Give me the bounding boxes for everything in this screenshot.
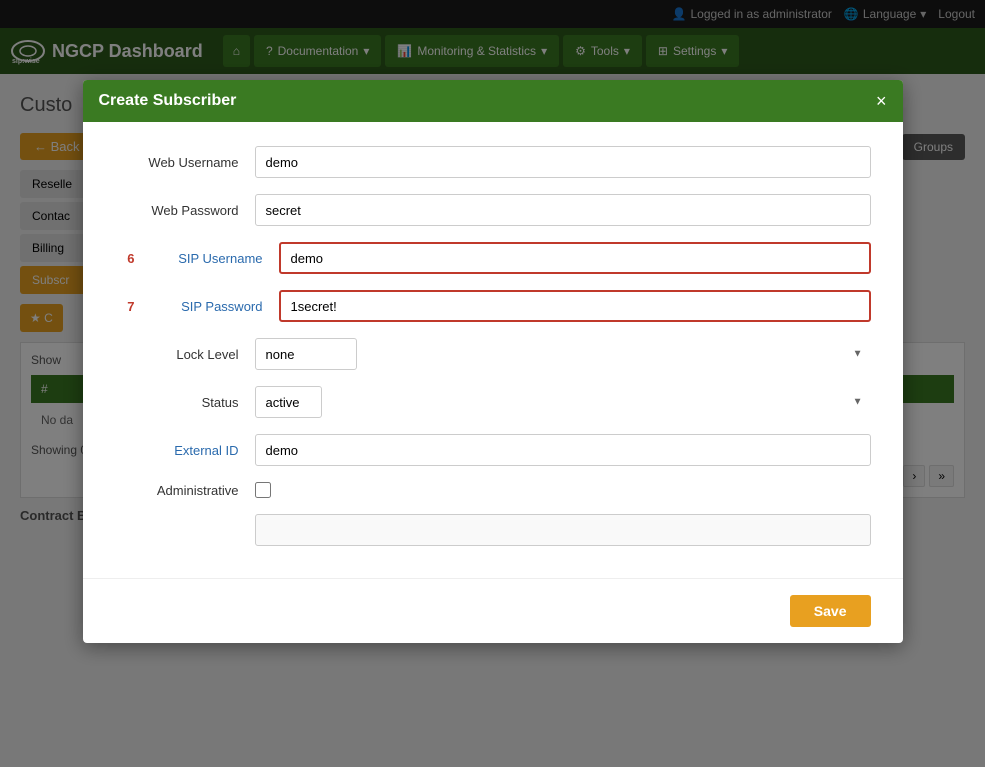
sip-password-label: SIP Password [139, 299, 279, 314]
web-password-row: Web Password [115, 194, 871, 226]
lock-level-select[interactable]: none read-only lockout global lockout [255, 338, 357, 370]
web-password-input[interactable] [255, 194, 871, 226]
row-number-6: 6 [115, 251, 135, 266]
modal-close-button[interactable]: × [876, 92, 887, 110]
status-label: Status [115, 395, 255, 410]
modal-title: Create Subscriber [99, 92, 237, 110]
sip-password-input[interactable] [279, 290, 871, 322]
sip-username-input[interactable] [279, 242, 871, 274]
modal-body: Web Username Web Password 6 SIP Username… [83, 122, 903, 578]
lock-level-row: Lock Level none read-only lockout global… [115, 338, 871, 370]
web-username-label: Web Username [115, 155, 255, 170]
external-id-input[interactable] [255, 434, 871, 466]
status-wrapper: active inactive locked [255, 386, 871, 418]
status-row: Status active inactive locked [115, 386, 871, 418]
external-id-label: External ID [115, 443, 255, 458]
modal-footer: Save [83, 578, 903, 643]
administrative-label: Administrative [115, 483, 255, 498]
row-number-7: 7 [115, 299, 135, 314]
modal-header: Create Subscriber × [83, 80, 903, 122]
web-username-row: Web Username [115, 146, 871, 178]
web-password-label: Web Password [115, 203, 255, 218]
lock-level-wrapper: none read-only lockout global lockout [255, 338, 871, 370]
administrative-row: Administrative [115, 482, 871, 498]
external-id-row: External ID [115, 434, 871, 466]
status-select[interactable]: active inactive locked [255, 386, 322, 418]
administrative-checkbox[interactable] [255, 482, 271, 498]
sip-username-label: SIP Username [139, 251, 279, 266]
sip-username-row: 6 SIP Username [115, 242, 871, 274]
partial-row [115, 514, 871, 546]
web-username-input[interactable] [255, 146, 871, 178]
save-button[interactable]: Save [790, 595, 871, 627]
partial-input[interactable] [255, 514, 871, 546]
create-subscriber-modal: Create Subscriber × Web Username Web Pas… [83, 80, 903, 643]
sip-password-row: 7 SIP Password [115, 290, 871, 322]
modal-overlay: Create Subscriber × Web Username Web Pas… [0, 0, 985, 767]
lock-level-label: Lock Level [115, 347, 255, 362]
